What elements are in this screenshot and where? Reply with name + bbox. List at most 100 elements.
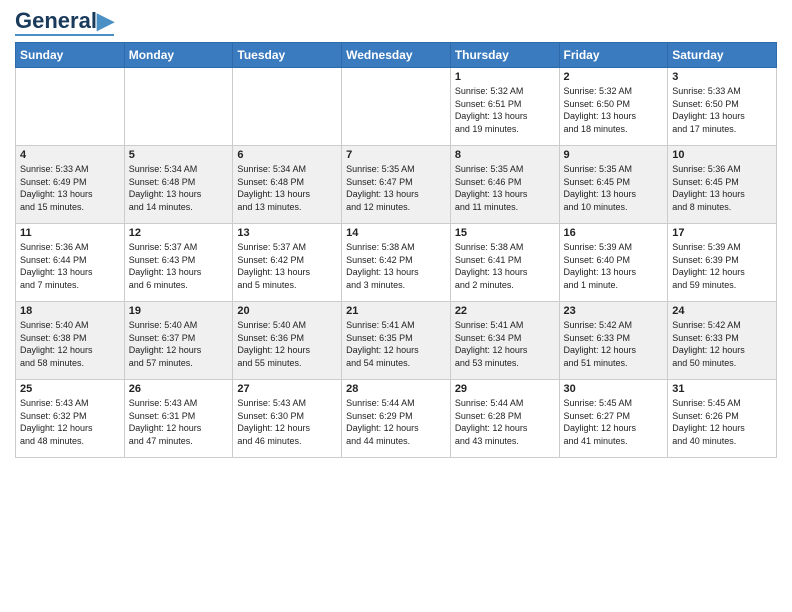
calendar-cell [342,68,451,146]
calendar-cell: 2 Sunrise: 5:32 AM Sunset: 6:50 PM Daylig… [559,68,668,146]
cell-info: Sunrise: 5:41 AM Sunset: 6:34 PM Dayligh… [455,319,555,369]
day-number: 31 [672,383,772,395]
weekday-header: Saturday [668,43,777,68]
calendar-week-row: 11 Sunrise: 5:36 AM Sunset: 6:44 PM Dayli… [16,224,777,302]
day-number: 12 [129,227,229,239]
calendar-cell: 28 Sunrise: 5:44 AM Sunset: 6:29 PM Dayli… [342,380,451,458]
calendar-cell: 14Sunrise: 5:38 AM Sunset: 6:42 PM Dayli… [342,224,451,302]
cell-info: Sunrise: 5:34 AM Sunset: 6:48 PM Dayligh… [129,163,229,213]
day-number: 17 [672,227,772,239]
cell-info: Sunrise: 5:44 AM Sunset: 6:28 PM Dayligh… [455,397,555,447]
cell-info: Sunrise: 5:40 AM Sunset: 6:36 PM Dayligh… [237,319,337,369]
cell-info: Sunrise: 5:35 AM Sunset: 6:47 PM Dayligh… [346,163,446,213]
day-number: 9 [564,149,664,161]
calendar-cell: 6 Sunrise: 5:34 AM Sunset: 6:48 PM Daylig… [233,146,342,224]
day-number: 22 [455,305,555,317]
calendar-week-row: 1 Sunrise: 5:32 AM Sunset: 6:51 PM Daylig… [16,68,777,146]
day-number: 14 [346,227,446,239]
day-number: 24 [672,305,772,317]
day-number: 19 [129,305,229,317]
calendar-cell: 30 Sunrise: 5:45 AM Sunset: 6:27 PM Dayli… [559,380,668,458]
calendar-cell: 4 Sunrise: 5:33 AM Sunset: 6:49 PM Daylig… [16,146,125,224]
calendar-cell: 23Sunrise: 5:42 AM Sunset: 6:33 PM Dayli… [559,302,668,380]
cell-info: Sunrise: 5:42 AM Sunset: 6:33 PM Dayligh… [672,319,772,369]
calendar-cell [16,68,125,146]
weekday-header: Wednesday [342,43,451,68]
day-number: 16 [564,227,664,239]
day-number: 28 [346,383,446,395]
calendar-cell: 25 Sunrise: 5:43 AM Sunset: 6:32 PM Dayli… [16,380,125,458]
calendar-cell: 18Sunrise: 5:40 AM Sunset: 6:38 PM Dayli… [16,302,125,380]
day-number: 11 [20,227,120,239]
cell-info: Sunrise: 5:41 AM Sunset: 6:35 PM Dayligh… [346,319,446,369]
cell-info: Sunrise: 5:37 AM Sunset: 6:43 PM Dayligh… [129,241,229,291]
weekday-header: Thursday [450,43,559,68]
calendar-week-row: 4 Sunrise: 5:33 AM Sunset: 6:49 PM Daylig… [16,146,777,224]
day-number: 2 [564,71,664,83]
day-number: 5 [129,149,229,161]
calendar-cell: 24 Sunrise: 5:42 AM Sunset: 6:33 PM Dayli… [668,302,777,380]
cell-info: Sunrise: 5:43 AM Sunset: 6:30 PM Dayligh… [237,397,337,447]
calendar-cell: 17 Sunrise: 5:39 AM Sunset: 6:39 PM Dayli… [668,224,777,302]
cell-info: Sunrise: 5:32 AM Sunset: 6:51 PM Dayligh… [455,85,555,135]
calendar-cell: 3 Sunrise: 5:33 AM Sunset: 6:50 PM Daylig… [668,68,777,146]
day-number: 3 [672,71,772,83]
calendar-cell: 26 Sunrise: 5:43 AM Sunset: 6:31 PM Dayli… [124,380,233,458]
logo-general: General [15,8,97,33]
cell-info: Sunrise: 5:32 AM Sunset: 6:50 PM Dayligh… [564,85,664,135]
cell-info: Sunrise: 5:44 AM Sunset: 6:29 PM Dayligh… [346,397,446,447]
cell-info: Sunrise: 5:33 AM Sunset: 6:49 PM Dayligh… [20,163,120,213]
cell-info: Sunrise: 5:33 AM Sunset: 6:50 PM Dayligh… [672,85,772,135]
cell-info: Sunrise: 5:43 AM Sunset: 6:31 PM Dayligh… [129,397,229,447]
calendar-cell: 8 Sunrise: 5:35 AM Sunset: 6:46 PM Daylig… [450,146,559,224]
cell-info: Sunrise: 5:36 AM Sunset: 6:45 PM Dayligh… [672,163,772,213]
calendar-cell: 12 Sunrise: 5:37 AM Sunset: 6:43 PM Dayli… [124,224,233,302]
cell-info: Sunrise: 5:34 AM Sunset: 6:48 PM Dayligh… [237,163,337,213]
cell-info: Sunrise: 5:43 AM Sunset: 6:32 PM Dayligh… [20,397,120,447]
calendar-cell: 7 Sunrise: 5:35 AM Sunset: 6:47 PM Daylig… [342,146,451,224]
weekday-header: Monday [124,43,233,68]
day-number: 13 [237,227,337,239]
calendar-cell: 9 Sunrise: 5:35 AM Sunset: 6:45 PM Daylig… [559,146,668,224]
day-number: 25 [20,383,120,395]
cell-info: Sunrise: 5:35 AM Sunset: 6:45 PM Dayligh… [564,163,664,213]
logo-text: General▶ [15,10,114,32]
calendar-cell: 10 Sunrise: 5:36 AM Sunset: 6:45 PM Dayli… [668,146,777,224]
day-number: 4 [20,149,120,161]
cell-info: Sunrise: 5:42 AM Sunset: 6:33 PM Dayligh… [564,319,664,369]
weekday-header: Tuesday [233,43,342,68]
cell-info: Sunrise: 5:37 AM Sunset: 6:42 PM Dayligh… [237,241,337,291]
day-number: 26 [129,383,229,395]
calendar-cell [124,68,233,146]
cell-info: Sunrise: 5:39 AM Sunset: 6:39 PM Dayligh… [672,241,772,291]
weekday-header: Sunday [16,43,125,68]
cell-info: Sunrise: 5:36 AM Sunset: 6:44 PM Dayligh… [20,241,120,291]
day-number: 18 [20,305,120,317]
day-number: 7 [346,149,446,161]
day-number: 29 [455,383,555,395]
day-number: 30 [564,383,664,395]
cell-info: Sunrise: 5:45 AM Sunset: 6:27 PM Dayligh… [564,397,664,447]
calendar-cell: 1 Sunrise: 5:32 AM Sunset: 6:51 PM Daylig… [450,68,559,146]
day-number: 8 [455,149,555,161]
calendar-cell: 29 Sunrise: 5:44 AM Sunset: 6:28 PM Dayli… [450,380,559,458]
calendar-cell [233,68,342,146]
day-number: 10 [672,149,772,161]
calendar-cell: 13 Sunrise: 5:37 AM Sunset: 6:42 PM Dayli… [233,224,342,302]
calendar-week-row: 25 Sunrise: 5:43 AM Sunset: 6:32 PM Dayli… [16,380,777,458]
calendar-cell: 27Sunrise: 5:43 AM Sunset: 6:30 PM Dayli… [233,380,342,458]
day-number: 6 [237,149,337,161]
calendar-cell: 19Sunrise: 5:40 AM Sunset: 6:37 PM Dayli… [124,302,233,380]
calendar-cell: 22 Sunrise: 5:41 AM Sunset: 6:34 PM Dayli… [450,302,559,380]
logo-divider [15,34,114,36]
day-number: 1 [455,71,555,83]
page-container: General▶ SundayMondayTuesdayWednesdayThu… [0,0,792,463]
day-number: 15 [455,227,555,239]
day-number: 21 [346,305,446,317]
cell-info: Sunrise: 5:39 AM Sunset: 6:40 PM Dayligh… [564,241,664,291]
calendar-cell: 21 Sunrise: 5:41 AM Sunset: 6:35 PM Dayli… [342,302,451,380]
cell-info: Sunrise: 5:35 AM Sunset: 6:46 PM Dayligh… [455,163,555,213]
weekday-header: Friday [559,43,668,68]
logo: General▶ [15,10,114,36]
calendar-cell: 5 Sunrise: 5:34 AM Sunset: 6:48 PM Daylig… [124,146,233,224]
